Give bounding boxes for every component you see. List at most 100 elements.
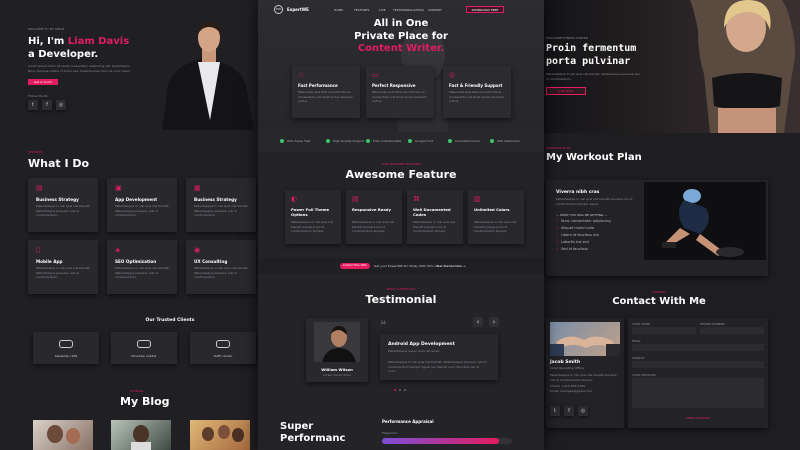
service-title: App Development [115,197,158,202]
carousel-dot[interactable] [399,389,401,391]
get-in-touch-button[interactable]: Get in touch [28,79,58,85]
service-card[interactable]: ▦ Business Strategy Pellentesque in nisi q… [186,178,256,232]
code-icon: ⌘ [413,195,420,203]
client-name: Sebastian raffa [54,354,78,358]
performance-bar-fill [382,438,499,444]
service-card[interactable]: ◉ UX Consulting Pellentesque in nisi quis … [186,240,256,294]
facebook-icon[interactable]: f [42,100,52,110]
facebook-icon[interactable]: f [564,406,574,416]
subject-input[interactable] [632,361,764,368]
performance-heading: Super Performanc [280,421,345,445]
awesome-title: Awesome Feature [345,168,457,181]
plan-list-label: Lobortis est sed [560,240,589,244]
eye-icon: ◉ [194,246,201,254]
email-input[interactable] [632,344,764,351]
twitter-icon[interactable]: t [550,406,560,416]
strip-feature-label: SEO Optimized [497,139,520,143]
nav-link[interactable]: SUPPORT [428,8,442,13]
plan-list-item: ✓ Nunc consectetur adipiscing [556,218,611,225]
hero-feature-card[interactable]: ▭ Perfect Responsive Maecenas quis felis n… [366,66,434,118]
strip-feature: Unlimited Colors [448,139,480,143]
feature-description: Pellentesque in nisi quis nisi blandit p… [291,220,334,233]
hero-greeting: Hi, I'm [28,36,65,47]
strategy-icon: ▤ [36,184,43,192]
contact-email[interactable]: Email: example@gmail.com [550,389,592,394]
hero-name: Liam Davis [67,36,130,47]
plan-list-label: Nunc consectetur adipiscing [560,219,611,223]
fitness-hero-description: Pellentesque in nisi quis nisi blandit. … [546,72,640,81]
service-description: Pellentesque in nisi quis nisi blandit. … [36,204,91,217]
contact-name: Jacob Smith [550,360,581,365]
email-field-label: EMAIL [632,339,642,343]
hero-card-title: Fast Performance [298,83,338,88]
follow-label: Follow Me On [28,94,49,98]
blog-image-3[interactable] [190,420,250,450]
next-arrow-button[interactable]: › [489,317,499,327]
message-textarea[interactable] [632,378,764,408]
join-now-button[interactable]: JOIN NOW [546,87,586,95]
subject-field-label: SUBJECT [632,356,645,360]
check-icon: ✓ [556,226,559,230]
blog-image-1[interactable] [33,420,93,450]
hero-heading: Hi, I'm Liam Davis a Developer. [28,35,129,61]
name-input[interactable] [632,327,696,334]
testimonial-name: William Wilson [321,367,353,372]
plan-list-item: ✓ Sed id faucibus [556,246,611,253]
feature-card[interactable]: ▤ Responsive Ready Pellentesque in nisi qu… [346,190,402,244]
check-icon [366,139,370,143]
offer-link[interactable]: Get Started Now → [437,264,465,269]
blog-image-2[interactable] [111,420,171,450]
hero-line1: All in One [373,18,429,29]
palette-icon: ◐ [291,195,298,203]
plan-card-title: Viverra nibh cras [556,190,600,195]
chat-icon: ▦ [194,184,201,192]
contact-role: Chief Operating Officer [550,366,585,370]
strip-feature-label: Fully Customizable [373,139,402,143]
client-logo-card[interactable]: Puffin studio [190,332,256,364]
hero-line2: a Developer. [28,49,99,60]
feature-card[interactable]: ◐ Power Full Theme Options Pellentesque in… [285,190,341,244]
nav-link[interactable]: HOME [334,8,343,13]
brand-logo-icon[interactable]: EW [274,5,283,14]
service-title: UX Consulting [194,259,228,264]
contact-title: Contact With Me [612,296,706,307]
check-icon: ✓ [556,240,559,244]
strip-feature: SEO Optimized [490,139,519,143]
service-title: Business Strategy [36,197,79,202]
seo-icon: ◈ [115,246,121,254]
feature-card[interactable]: ⌘ Well Documented Codes Pellentesque in ni… [407,190,463,244]
hero-line2: Private Place for [354,30,448,42]
nav-link[interactable]: FEATURES [354,8,369,13]
client-logo-card[interactable]: Sebastian raffa [33,332,99,364]
prev-arrow-button[interactable]: ‹ [473,317,483,327]
service-description: Pellentesque in nisi quis nisi blandit. … [194,204,249,217]
check-icon: ✓ [556,233,559,237]
service-card[interactable]: ◈ SEO Optimization Pellentesque in nisi qu… [107,240,177,294]
service-card[interactable]: ▯ Mobile App Pellentesque in nisi quis nis… [28,240,98,294]
instagram-icon[interactable]: ◎ [578,406,588,416]
hero-card-description: Maecenas quis felis nisi ultricies ac. C… [298,90,353,103]
hero-feature-card[interactable]: ◎ Fast & Friendly Support Maecenas quis fe… [443,66,511,118]
plan-title: My Workout Plan [546,152,642,163]
client-logo-card[interactable]: Mountain shelter [111,332,177,364]
send-message-button[interactable]: SEND MESSAGE [628,416,768,421]
download-free-button[interactable]: DOWNLOAD FREE [466,6,504,13]
carousel-dot-active[interactable] [394,389,396,391]
service-card[interactable]: ▣ App Development Pellentesque in nisi qui… [107,178,177,232]
phone-input[interactable] [700,327,764,334]
instagram-icon[interactable]: ◎ [56,100,66,110]
check-icon [408,139,412,143]
hero-feature-card[interactable]: ☆ Fast Performance Maecenas quis felis nis… [292,66,360,118]
carousel-dot[interactable] [404,389,406,391]
service-card[interactable]: ▤ Business Strategy Pellentesque in nisi q… [28,178,98,232]
twitter-icon[interactable]: t [28,100,38,110]
testimonial-person-card: William Wilson Lorem ipsum dolor [306,318,368,382]
plan-list-item: ✓ Aliquet morbi nulla [556,225,611,232]
check-icon: ✓ [556,219,559,223]
nav-link[interactable]: TESTIMONIALS/FAQS [393,8,424,13]
service-title: SEO Optimization [115,259,157,264]
brand-name[interactable]: ExpertWE [287,7,309,12]
nav-link[interactable]: LIVE [379,8,386,13]
feature-title: Power Full Theme Options [291,207,330,217]
feature-card[interactable]: ▥ Unlimited Colors Pellentesque in nisi qu… [468,190,524,244]
